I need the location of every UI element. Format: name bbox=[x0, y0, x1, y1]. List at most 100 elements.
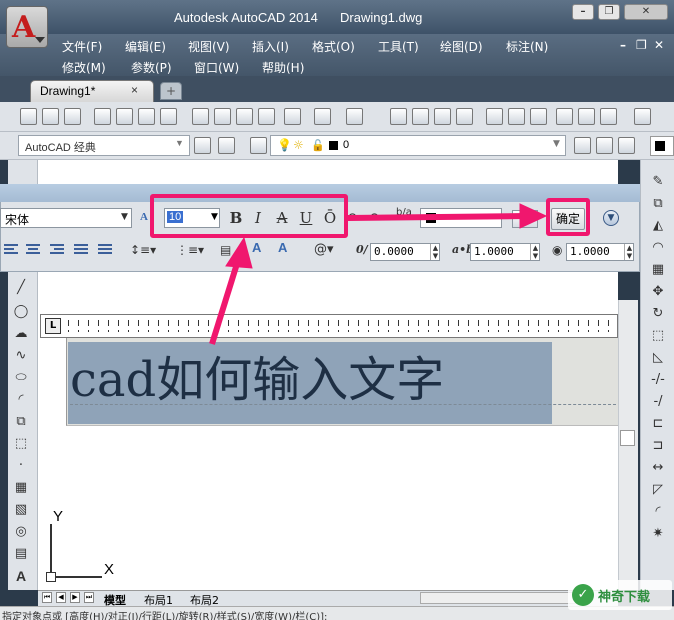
paste-icon[interactable] bbox=[236, 108, 253, 125]
layer-states-icon[interactable] bbox=[596, 137, 613, 154]
application-menu-button[interactable]: A bbox=[6, 6, 48, 48]
new-icon[interactable] bbox=[20, 108, 37, 125]
workspace-dropdown[interactable]: AutoCAD 经典 ▼ bbox=[18, 135, 190, 156]
layer-dropdown[interactable]: 💡 ☼ 🔓 0 ▼ bbox=[270, 135, 566, 156]
cut-icon[interactable] bbox=[192, 108, 209, 125]
design-center-icon[interactable] bbox=[508, 108, 525, 125]
stack-icon[interactable]: b/a bbox=[396, 207, 412, 218]
copy-icon[interactable] bbox=[214, 108, 231, 125]
justify-icon[interactable] bbox=[74, 244, 88, 258]
plot-preview-icon[interactable] bbox=[116, 108, 133, 125]
redo-icon[interactable] bbox=[346, 108, 363, 125]
pan-icon[interactable] bbox=[390, 108, 407, 125]
color-control-dropdown[interactable] bbox=[650, 136, 674, 156]
new-tab-button[interactable]: + bbox=[160, 82, 182, 100]
oblique-spinner[interactable]: ▲ ▼ bbox=[430, 244, 440, 260]
menu-view[interactable]: 视图(V) bbox=[188, 38, 230, 55]
options-chevron-icon[interactable]: ▼ bbox=[603, 210, 619, 226]
workspace-settings-icon[interactable] bbox=[194, 137, 211, 154]
zoom-window-icon[interactable] bbox=[434, 108, 451, 125]
zoom-previous-icon[interactable] bbox=[456, 108, 473, 125]
tab-stop-marker[interactable]: L bbox=[45, 318, 61, 334]
array-icon[interactable]: ▦ bbox=[649, 262, 667, 280]
customize-icon[interactable] bbox=[218, 137, 235, 154]
tracking-spinner[interactable]: ▲ ▼ bbox=[530, 244, 540, 260]
close-window-button[interactable]: ✕ bbox=[624, 4, 668, 20]
block-editor-icon[interactable] bbox=[284, 108, 301, 125]
offset-icon[interactable]: ◠ bbox=[649, 240, 667, 258]
insert-block-icon[interactable]: ⧉ bbox=[12, 414, 30, 432]
close-tab-icon[interactable]: × bbox=[131, 83, 138, 97]
ellipse-icon[interactable]: ⬭ bbox=[12, 370, 30, 388]
circle-icon[interactable]: ◯ bbox=[12, 304, 30, 322]
menu-tools[interactable]: 工具(T) bbox=[378, 38, 419, 55]
explode-icon[interactable]: ✷ bbox=[649, 526, 667, 544]
symbol-icon[interactable]: @▾ bbox=[314, 242, 334, 257]
help-icon[interactable] bbox=[634, 108, 651, 125]
properties-icon[interactable] bbox=[486, 108, 503, 125]
sheet-set-icon[interactable] bbox=[556, 108, 573, 125]
prev-layout-icon[interactable]: ◀ bbox=[56, 592, 66, 603]
zoom-realtime-icon[interactable] bbox=[412, 108, 429, 125]
menu-help[interactable]: 帮助(H) bbox=[262, 59, 304, 76]
menu-insert[interactable]: 插入(I) bbox=[252, 38, 289, 55]
layer-previous-icon[interactable] bbox=[574, 137, 591, 154]
quickcalc-icon[interactable] bbox=[600, 108, 617, 125]
fillet-icon[interactable]: ◜ bbox=[649, 504, 667, 522]
3d-print-icon[interactable] bbox=[160, 108, 177, 125]
mtext-content[interactable]: cad如何输入文字 bbox=[70, 340, 444, 410]
font-dropdown[interactable]: 宋体 ▼ bbox=[0, 208, 132, 228]
horizontal-scrollbar[interactable] bbox=[420, 592, 580, 604]
hatch-icon[interactable]: ▦ bbox=[12, 480, 30, 498]
menu-draw[interactable]: 绘图(D) bbox=[440, 38, 483, 55]
restore-button[interactable]: ❐ bbox=[598, 4, 620, 20]
table-icon[interactable]: ▤ bbox=[12, 546, 30, 564]
distribute-icon[interactable] bbox=[98, 244, 112, 258]
first-layout-icon[interactable]: ⏮ bbox=[42, 592, 52, 603]
undo-icon[interactable] bbox=[314, 108, 331, 125]
menu-modify[interactable]: 修改(M) bbox=[62, 59, 106, 76]
copy-object-icon[interactable]: ⧉ bbox=[649, 196, 667, 214]
numbering-icon[interactable]: ⋮≡▾ bbox=[176, 243, 204, 257]
publish-icon[interactable] bbox=[138, 108, 155, 125]
last-layout-icon[interactable]: ⏭ bbox=[84, 592, 94, 603]
menu-parametric[interactable]: 参数(P) bbox=[131, 59, 172, 76]
insert-field-icon[interactable]: ▤ bbox=[220, 243, 231, 257]
mirror-icon[interactable]: ◭ bbox=[649, 218, 667, 236]
line-spacing-icon[interactable]: ↕≡▾ bbox=[130, 243, 156, 257]
menu-format[interactable]: 格式(O) bbox=[312, 38, 355, 55]
annotative-icon[interactable]: A bbox=[140, 211, 148, 223]
save-icon[interactable] bbox=[64, 108, 81, 125]
tool-palettes-icon[interactable] bbox=[530, 108, 547, 125]
scrollbar-thumb[interactable] bbox=[620, 430, 635, 446]
menu-window[interactable]: 窗口(W) bbox=[194, 59, 239, 76]
gradient-icon[interactable]: ▧ bbox=[12, 502, 30, 520]
stretch-icon[interactable]: ◺ bbox=[649, 350, 667, 368]
align-right-icon[interactable] bbox=[50, 244, 64, 258]
match-properties-icon[interactable] bbox=[258, 108, 275, 125]
plot-icon[interactable] bbox=[94, 108, 111, 125]
trim-icon[interactable]: -/- bbox=[649, 372, 667, 390]
align-center-icon[interactable] bbox=[26, 244, 40, 258]
scale-icon[interactable]: ⬚ bbox=[649, 328, 667, 346]
minimize-button[interactable]: – bbox=[572, 4, 594, 20]
open-icon[interactable] bbox=[42, 108, 59, 125]
layer-properties-icon[interactable] bbox=[250, 137, 267, 154]
extend-icon[interactable]: -/ bbox=[649, 394, 667, 412]
rotate-icon[interactable]: ↻ bbox=[649, 306, 667, 324]
revcloud-icon[interactable]: ☁ bbox=[12, 326, 30, 344]
menu-dimension[interactable]: 标注(N) bbox=[506, 38, 548, 55]
next-layout-icon[interactable]: ▶ bbox=[70, 592, 80, 603]
mdi-minimize-icon[interactable]: – bbox=[620, 38, 626, 52]
menu-edit[interactable]: 编辑(E) bbox=[125, 38, 166, 55]
make-current-icon[interactable] bbox=[618, 137, 635, 154]
break-at-point-icon[interactable]: ⊏ bbox=[649, 416, 667, 434]
polyline-icon[interactable]: ╱ bbox=[12, 280, 30, 298]
erase-icon[interactable]: ✎ bbox=[649, 174, 667, 192]
chamfer-icon[interactable]: ◸ bbox=[649, 482, 667, 500]
spline-icon[interactable]: ∿ bbox=[12, 348, 30, 366]
markup-icon[interactable] bbox=[578, 108, 595, 125]
align-left-icon[interactable] bbox=[4, 244, 18, 258]
redo-icon[interactable]: ↷ bbox=[370, 211, 381, 226]
multiline-text-icon[interactable]: A bbox=[12, 568, 30, 586]
